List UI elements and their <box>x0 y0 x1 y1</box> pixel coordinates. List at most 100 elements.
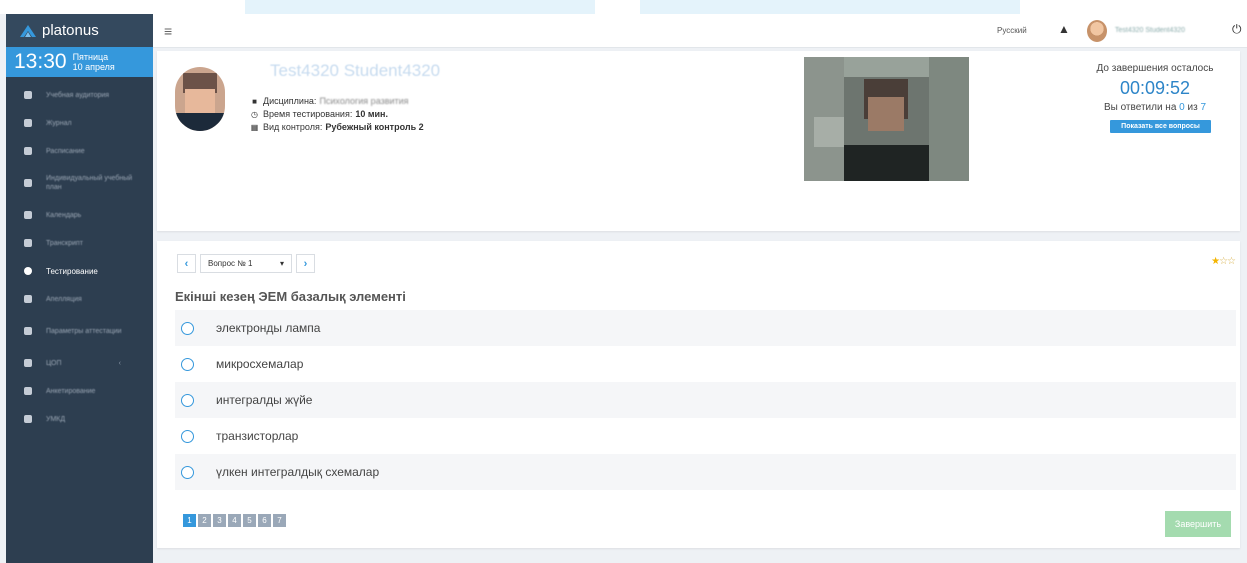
sidebar-item-label: Анкетирование <box>46 387 96 395</box>
sidebar-item[interactable]: Анкетирование <box>6 377 153 405</box>
star-filled-icon: ★ <box>1211 256 1220 267</box>
page-button-5[interactable]: 5 <box>243 514 256 527</box>
sidebar-item-label: Календарь <box>46 211 82 219</box>
show-all-questions-button[interactable]: Показать все вопросы <box>1110 120 1211 133</box>
radio-button[interactable] <box>181 393 194 407</box>
radio-button[interactable] <box>181 321 194 335</box>
sidebar-item-label: Транскрипт <box>46 239 83 247</box>
book-icon: ■ <box>252 97 257 106</box>
clock-day: 10 апреля <box>72 62 115 72</box>
chevron-left-icon: ‹ <box>184 257 189 270</box>
sidebar-item[interactable]: Журнал <box>6 109 153 137</box>
calculator-icon: ▦ <box>250 123 259 132</box>
answer-option[interactable]: транзисторлар <box>175 418 1236 454</box>
timer-label: До завершения осталось <box>1096 63 1214 74</box>
list-icon <box>24 179 32 187</box>
user-icon <box>24 359 32 367</box>
clock-weekday: Пятница <box>72 52 109 62</box>
clock-widget: 13:30 Пятница 10 апреля <box>6 47 153 77</box>
answer-option[interactable]: микросхемалар <box>175 346 1236 382</box>
warning-icon[interactable]: ▲ <box>1058 22 1070 36</box>
next-question-button[interactable]: › <box>296 254 315 273</box>
star-empty-icon: ☆ <box>1227 256 1236 267</box>
chevron-left-icon: ‹ <box>118 359 121 367</box>
sidebar-item-label: Тестирование <box>46 266 98 276</box>
document-icon <box>24 239 32 247</box>
sidebar-item-label: Апелляция <box>46 295 82 303</box>
answer-options: электронды лампа микросхемалар интегралд… <box>175 310 1236 490</box>
clock-icon: ◷ <box>251 110 258 119</box>
top-stripe <box>0 0 1247 14</box>
power-icon[interactable]: ⏻ <box>1232 22 1242 37</box>
sidebar-item[interactable]: УМКД <box>6 405 153 433</box>
question-select[interactable]: Вопрос № 1 ▾ <box>200 254 292 273</box>
webcam-feed <box>804 57 969 181</box>
answer-text: интегралды жүйе <box>216 393 313 407</box>
answer-option[interactable]: электронды лампа <box>175 310 1236 346</box>
calendar-icon <box>24 211 32 219</box>
difficulty-stars: ★☆☆ <box>1211 256 1236 267</box>
caret-down-icon: ▾ <box>279 259 284 268</box>
student-name: Test4320 Student4320 <box>270 61 441 80</box>
sidebar-item[interactable]: ЦОП ‹ <box>6 349 153 377</box>
logo[interactable]: platonus <box>6 14 153 47</box>
page-button-6[interactable]: 6 <box>258 514 271 527</box>
sidebar-item[interactable]: Транскрипт <box>6 229 153 257</box>
answer-option[interactable]: үлкен интегралдық схемалар <box>175 454 1236 490</box>
sidebar-item-label: Журнал <box>46 119 72 127</box>
sidebar-item[interactable]: Индивидуальный учебный план <box>6 165 153 201</box>
answer-text: транзисторлар <box>216 429 299 443</box>
hamburger-icon[interactable]: ≡ <box>164 23 172 39</box>
chat-icon <box>24 387 32 395</box>
answered-counter: Вы ответили на 0 из 7 <box>1072 102 1238 113</box>
user-avatar[interactable] <box>1087 20 1107 42</box>
duration-value: 10 мин. <box>355 109 388 119</box>
radio-button[interactable] <box>181 429 194 443</box>
platonus-logo-icon <box>20 24 36 37</box>
sidebar-item-label: Параметры аттестации <box>46 327 122 335</box>
answer-text: үлкен интегралдық схемалар <box>216 465 380 479</box>
finish-button[interactable]: Завершить <box>1165 511 1231 537</box>
star-empty-icon: ☆ <box>1219 256 1228 267</box>
sidebar-item-testing[interactable]: Тестирование <box>6 257 153 285</box>
sidebar-item[interactable]: Апелляция <box>6 285 153 313</box>
duration-label: Время тестирования: <box>263 109 353 119</box>
clock-time: 13:30 <box>14 50 67 73</box>
radio-button[interactable] <box>181 465 194 479</box>
top-stripe-highlight <box>640 0 1020 14</box>
question-select-value: Вопрос № 1 <box>208 259 253 268</box>
top-header: ≡ Русский ▲ Test4320 Student4320 ⏻ <box>153 14 1247 48</box>
page-button-7[interactable]: 7 <box>273 514 286 527</box>
answer-text: электронды лампа <box>216 321 321 335</box>
radio-button[interactable] <box>181 357 194 371</box>
sidebar-item-label: Индивидуальный учебный план <box>46 175 133 191</box>
answered-prefix: Вы ответили на <box>1103 102 1177 113</box>
control-label: Вид контроля: <box>263 122 323 132</box>
sidebar-item[interactable]: Учебная аудитория <box>6 81 153 109</box>
language-selector[interactable]: Русский <box>997 26 1027 35</box>
countdown-timer: 00:09:52 <box>1119 78 1191 98</box>
clock-date: Пятница 10 апреля <box>73 52 115 72</box>
page-button-3[interactable]: 3 <box>213 514 226 527</box>
answer-option[interactable]: интегралды жүйе <box>175 382 1236 418</box>
page-button-4[interactable]: 4 <box>228 514 241 527</box>
sidebar-item-label: Расписание <box>46 147 85 155</box>
discipline-value: Психология развития <box>319 96 409 106</box>
sidebar-item[interactable]: Календарь <box>6 201 153 229</box>
logo-text: platonus <box>42 22 99 39</box>
sidebar-nav: Учебная аудитория Журнал Расписание Инди… <box>6 77 153 433</box>
question-panel: ‹ Вопрос № 1 ▾ › ★☆☆ Екінші кезең ЭЕМ ба… <box>157 241 1240 548</box>
prev-question-button[interactable]: ‹ <box>177 254 196 273</box>
student-photo <box>175 67 225 131</box>
sidebar-item[interactable]: Параметры аттестации <box>6 313 153 349</box>
page-button-1[interactable]: 1 <box>183 514 196 527</box>
user-name[interactable]: Test4320 Student4320 <box>1115 27 1185 34</box>
question-pagination: 1 2 3 4 5 6 7 <box>183 514 288 527</box>
control-value: Рубежный контроль 2 <box>325 122 424 132</box>
discipline-label: Дисциплина: <box>263 96 317 106</box>
hammer-icon <box>24 295 32 303</box>
sidebar-item[interactable]: Расписание <box>6 137 153 165</box>
page-button-2[interactable]: 2 <box>198 514 211 527</box>
test-meta: ■ Дисциплина: Психология развития ◷ Время т… <box>250 95 424 134</box>
answered-total: 7 <box>1200 102 1207 113</box>
